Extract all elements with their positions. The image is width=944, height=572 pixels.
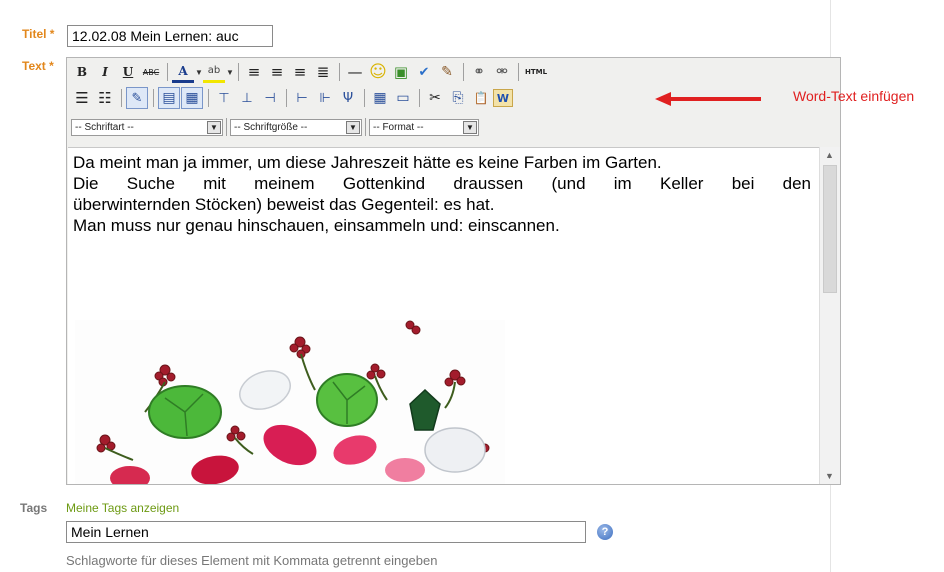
insert-image-icon[interactable]: ▣ [390, 61, 412, 83]
bold-icon[interactable]: B [71, 61, 93, 83]
annotation-arrow-icon [655, 92, 761, 106]
align-left-icon[interactable]: ≡ [243, 61, 265, 83]
insert-table-icon[interactable]: ▦ [369, 87, 391, 109]
flower-image[interactable] [75, 320, 505, 484]
font-color-icon[interactable]: A [172, 61, 194, 83]
toolbar-row-1: B I U ABC A ▼ ab ▼ ≡ ≡ ≡ ≣ — ☺ ▣ ✔ ✎ ⚭ ⚮… [71, 59, 550, 85]
paste-word-icon[interactable]: W [493, 89, 513, 107]
chevron-down-icon[interactable]: ▼ [207, 120, 221, 134]
toolbar-separator [226, 118, 227, 136]
row-after-icon[interactable]: ⊥ [236, 87, 258, 109]
text-label: Text * [22, 59, 54, 73]
smiley-icon[interactable]: ☺ [367, 61, 389, 83]
font-family-select[interactable]: -- Schriftart -- ▼ [71, 118, 223, 136]
html-source-icon[interactable]: HTML [523, 61, 549, 83]
toolbar-row-3: -- Schriftart -- ▼ -- Schriftgröße -- ▼ … [71, 116, 482, 138]
editor-line: Da meint man ja immer, um diese Jahresze… [73, 153, 662, 172]
scroll-down-icon[interactable]: ▼ [825, 471, 834, 481]
row-before-icon[interactable]: ⊤ [213, 87, 235, 109]
toolbar-separator [153, 89, 154, 107]
bullet-list-icon[interactable]: ☰ [71, 87, 93, 109]
rich-text-editor: B I U ABC A ▼ ab ▼ ≡ ≡ ≡ ≣ — ☺ ▣ ✔ ✎ ⚭ ⚮… [66, 57, 841, 485]
editor-text: Da meint man ja immer, um diese Jahresze… [73, 152, 811, 236]
scroll-up-icon[interactable]: ▲ [825, 150, 834, 160]
editor-line: Die Suche mit meinem Gottenkind draussen… [73, 174, 811, 193]
show-tags-link[interactable]: Meine Tags anzeigen [66, 501, 179, 515]
table-props-icon[interactable]: ▦ [181, 87, 203, 109]
toolbar-separator [365, 118, 366, 136]
chevron-down-icon[interactable]: ▼ [346, 120, 360, 134]
copy-icon[interactable]: ⎘ [447, 87, 469, 109]
col-before-icon[interactable]: ⊢ [291, 87, 313, 109]
col-after-icon[interactable]: ⊩ [314, 87, 336, 109]
toolbar-separator [208, 89, 209, 107]
font-size-select[interactable]: -- Schriftgröße -- ▼ [230, 118, 362, 136]
font-color-dropdown-icon[interactable]: ▼ [195, 68, 203, 77]
title-input[interactable]: 12.02.08 Mein Lernen: auc [67, 25, 273, 47]
table-toggle-icon[interactable]: ▤ [158, 87, 180, 109]
text-label-text: Text [22, 59, 46, 73]
highlight-color-icon[interactable]: ab [203, 61, 225, 83]
numbered-list-icon[interactable]: ☷ [94, 87, 116, 109]
toolbar-separator [364, 89, 365, 107]
paste-icon[interactable]: 📋 [470, 87, 492, 109]
toolbar-separator [286, 89, 287, 107]
scrollbar-thumb[interactable] [823, 165, 837, 293]
editor-line: überwinternden Stöcken) beweist das Gege… [73, 195, 495, 214]
align-right-icon[interactable]: ≡ [289, 61, 311, 83]
toolbar-separator [419, 89, 420, 107]
toolbar-separator [339, 63, 340, 81]
tags-hint: Schlagworte für dieses Element mit Komma… [66, 553, 438, 568]
editor-line: Man muss nur genau hinschauen, einsammel… [73, 216, 560, 235]
tags-label: Tags [20, 501, 48, 515]
format-select[interactable]: -- Format -- ▼ [369, 118, 479, 136]
toolbar-row-2: ☰ ☷ ✎ ▤ ▦ ⊤ ⊥ ⊣ ⊢ ⊩ Ψ ▦ ▭ ✂ ⎘ 📋 W [71, 85, 514, 111]
chevron-down-icon[interactable]: ▼ [463, 120, 477, 134]
toolbar-separator [167, 63, 168, 81]
delete-row-icon[interactable]: ⊣ [259, 87, 281, 109]
strikethrough-icon[interactable]: ABC [140, 61, 162, 83]
cut-icon[interactable]: ✂ [424, 87, 446, 109]
toolbar-separator [121, 89, 122, 107]
title-label: Titel * [22, 27, 54, 41]
spellcheck-icon[interactable]: ✔ [413, 61, 435, 83]
title-label-text: Titel [22, 27, 47, 41]
align-center-icon[interactable]: ≡ [266, 61, 288, 83]
toolbar-separator [463, 63, 464, 81]
cleanup-icon[interactable]: ✎ [436, 61, 458, 83]
tags-input[interactable]: Mein Lernen [66, 521, 586, 543]
unlink-icon[interactable]: ⚮ [491, 61, 513, 83]
delete-col-icon[interactable]: Ψ [337, 87, 359, 109]
horizontal-rule-icon[interactable]: — [344, 61, 366, 83]
font-size-select-value: -- Schriftgröße -- [234, 121, 308, 133]
editor-scrollbar[interactable]: ▲ ▼ [819, 147, 840, 484]
highlight-dropdown-icon[interactable]: ▼ [226, 68, 234, 77]
merge-cells-icon[interactable]: ▭ [392, 87, 414, 109]
toolbar-separator [518, 63, 519, 81]
required-mark: * [49, 59, 54, 73]
justify-icon[interactable]: ≣ [312, 61, 334, 83]
format-select-value: -- Format -- [373, 121, 424, 133]
toolbar-separator [238, 63, 239, 81]
edit-mode-icon[interactable]: ✎ [126, 87, 148, 109]
font-family-select-value: -- Schriftart -- [75, 121, 134, 133]
annotation-label: Word-Text einfügen [793, 88, 915, 104]
required-mark: * [49, 27, 55, 41]
underline-icon[interactable]: U [117, 61, 139, 83]
editor-content[interactable]: Da meint man ja immer, um diese Jahresze… [68, 147, 819, 484]
link-icon[interactable]: ⚭ [468, 61, 490, 83]
help-icon[interactable]: ? [597, 524, 613, 540]
flower-image-graphic [96, 320, 490, 484]
italic-icon[interactable]: I [94, 61, 116, 83]
